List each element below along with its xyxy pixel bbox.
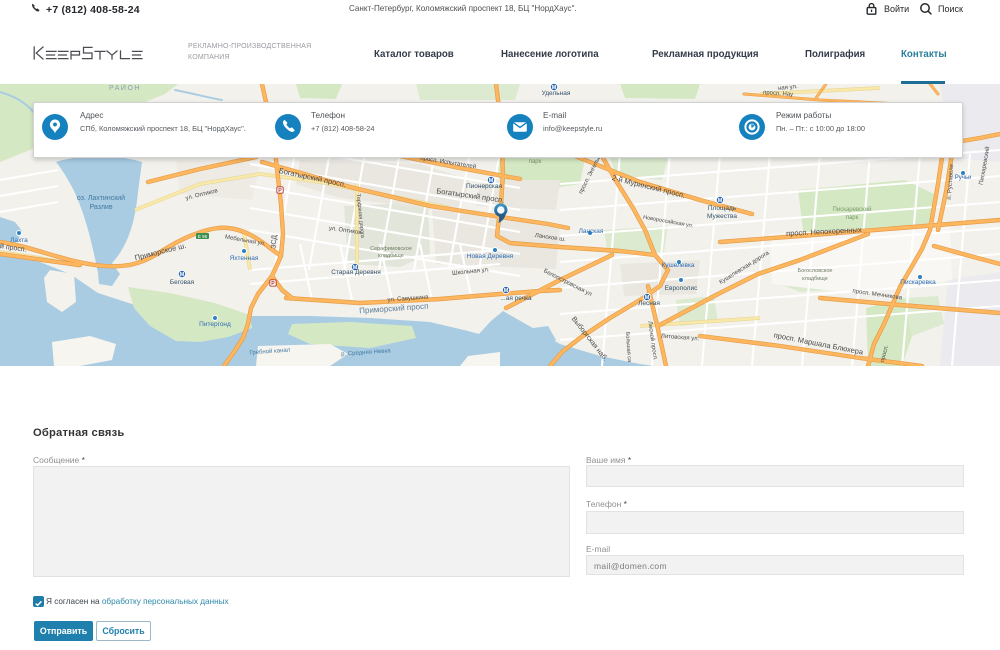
svg-text:ЗСД: ЗСД <box>271 235 279 250</box>
svg-text:Европолис: Европолис <box>665 285 698 292</box>
svg-text:Площадь: Площадь <box>708 205 737 212</box>
svg-text:M: M <box>504 288 509 294</box>
svg-text:кладбище: кладбище <box>802 276 828 282</box>
svg-text:Беговая: Беговая <box>170 279 195 286</box>
svg-text:кладбище: кладбище <box>378 253 404 259</box>
svg-text:Пискаревский: Пискаревский <box>833 206 872 213</box>
svg-text:Серафимовское: Серафимовское <box>370 246 412 252</box>
svg-text:P: P <box>278 188 282 194</box>
svg-text:Новая Деревня: Новая Деревня <box>467 253 514 260</box>
svg-text:Яхтенная: Яхтенная <box>230 255 259 262</box>
svg-text:Лахта: Лахта <box>10 237 28 244</box>
svg-text:парк: парк <box>529 159 542 165</box>
svg-text:P: P <box>271 281 275 287</box>
svg-text:E 95: E 95 <box>198 234 208 239</box>
svg-text:Кушелевка: Кушелевка <box>661 262 694 269</box>
svg-text:M: M <box>718 198 723 204</box>
svg-text:Старая Деревня: Старая Деревня <box>331 269 381 276</box>
svg-text:...ая речка: ...ая речка <box>500 295 532 302</box>
svg-text:M: M <box>180 272 185 278</box>
svg-text:Пионерская: Пионерская <box>466 183 503 190</box>
svg-text:Пискаревка: Пискаревка <box>900 279 936 286</box>
svg-text:Лесная: Лесная <box>638 300 660 307</box>
svg-text:оз. Лахтинский: оз. Лахтинский <box>77 194 125 202</box>
svg-text:Разлив: Разлив <box>89 204 112 211</box>
svg-text:Ручьи: Ручьи <box>955 175 972 181</box>
svg-text:Удельная: Удельная <box>542 90 571 97</box>
svg-text:РАЙОН: РАЙОН <box>109 84 141 92</box>
svg-text:Питергонд: Питергонд <box>199 321 231 328</box>
svg-text:парк: парк <box>846 215 859 221</box>
svg-text:Мужества: Мужества <box>707 213 737 220</box>
svg-text:Ланская: Ланская <box>579 228 604 235</box>
svg-text:Богословское: Богословское <box>798 268 833 274</box>
